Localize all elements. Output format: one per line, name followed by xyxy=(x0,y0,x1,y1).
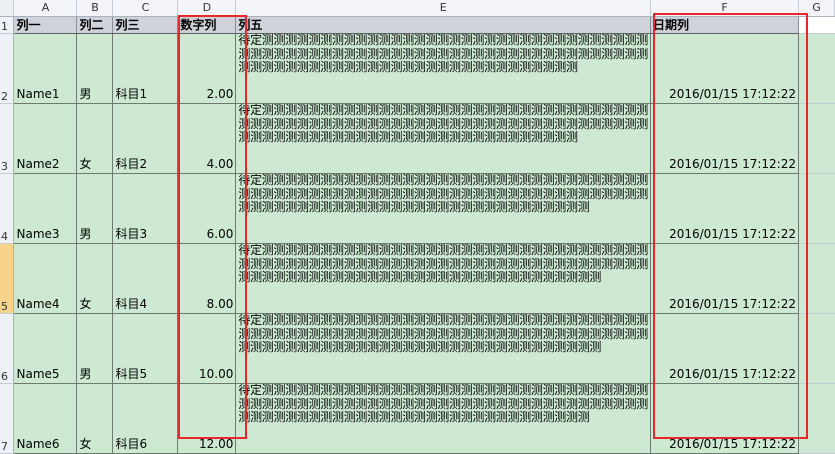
cell-long-text[interactable]: 待定测测测测测测测测测测测测测测测测测测测测测测测测测测测测测测测测测测测测测测… xyxy=(235,243,651,314)
cell-gender[interactable]: 女 xyxy=(76,103,114,174)
row-header[interactable]: 3 xyxy=(0,103,15,174)
cell-name[interactable]: Name6 xyxy=(13,383,78,454)
cell-subject[interactable]: 科目2 xyxy=(112,103,179,174)
header-cell-number[interactable]: 数字列 xyxy=(177,16,237,34)
row-header[interactable]: 7 xyxy=(0,383,15,454)
column-header-g[interactable]: G xyxy=(798,0,835,17)
column-header-b[interactable]: B xyxy=(76,0,114,17)
column-header-c[interactable]: C xyxy=(112,0,179,17)
table-row: 2 Name1 男科目1 2.00 待定测测测测测测测测测测测测测测测测测测测测测测测测… xyxy=(0,33,835,104)
column-header-a[interactable]: A xyxy=(13,0,78,17)
cell-gender[interactable]: 男 xyxy=(76,313,114,384)
cell-long-text[interactable]: 待定测测测测测测测测测测测测测测测测测测测测测测测测测测测测测测测测测测测测测测… xyxy=(235,33,651,104)
cell-date[interactable]: 2016/01/15 17:12:22 xyxy=(650,173,799,244)
header-cell-col3[interactable]: 列三 xyxy=(112,16,179,34)
cell-number[interactable]: 4.00 xyxy=(177,103,237,174)
cell-empty[interactable] xyxy=(798,173,835,244)
table-header-row: 1 列一 列二 列三 数字列 列五 日期列 xyxy=(0,16,835,34)
header-cell-col1[interactable]: 列一 xyxy=(13,16,78,34)
table-row: 3 Name2 女科目2 4.00 待定测测测测测测测测测测测测测测测测测测测测测测测测… xyxy=(0,103,835,174)
cell-long-text[interactable]: 待定测测测测测测测测测测测测测测测测测测测测测测测测测测测测测测测测测测测测测测… xyxy=(235,173,651,244)
select-all-corner[interactable] xyxy=(0,0,15,17)
cell-long-text[interactable]: 待定测测测测测测测测测测测测测测测测测测测测测测测测测测测测测测测测测测测测测测… xyxy=(235,313,651,384)
cell-date[interactable]: 2016/01/15 17:12:22 xyxy=(650,243,799,314)
cell-date[interactable]: 2016/01/15 17:12:22 xyxy=(650,313,799,384)
cell-gender[interactable]: 男 xyxy=(76,33,114,104)
column-header-e[interactable]: E xyxy=(235,0,651,17)
spreadsheet-grid: A B C D E F G 1 列一 列二 列三 数字列 列五 日期列 2 Nam… xyxy=(0,0,835,454)
table-row: 6 Name5 男科目5 10.00 待定测测测测测测测测测测测测测测测测测测测测测测测… xyxy=(0,313,835,384)
column-header-f[interactable]: F xyxy=(650,0,799,17)
header-cell-col2[interactable]: 列二 xyxy=(76,16,114,34)
row-header[interactable]: 6 xyxy=(0,313,15,384)
cell-long-text[interactable]: 待定测测测测测测测测测测测测测测测测测测测测测测测测测测测测测测测测测测测测测测… xyxy=(235,103,651,174)
cell-date[interactable]: 2016/01/15 17:12:22 xyxy=(650,33,799,104)
cell-name[interactable]: Name3 xyxy=(13,173,78,244)
cell-gender[interactable]: 女 xyxy=(76,243,114,314)
header-cell-date[interactable]: 日期列 xyxy=(650,16,799,34)
cell-gender[interactable]: 女 xyxy=(76,383,114,454)
cell-empty[interactable] xyxy=(798,243,835,314)
cell-name[interactable]: Name4 xyxy=(13,243,78,314)
cell-name[interactable]: Name1 xyxy=(13,33,78,104)
cell-subject[interactable]: 科目3 xyxy=(112,173,179,244)
table-row: 5 Name4 女科目4 8.00 待定测测测测测测测测测测测测测测测测测测测测测测测测… xyxy=(0,243,835,314)
table-row: 4 Name3 男科目3 6.00 待定测测测测测测测测测测测测测测测测测测测测测测测测… xyxy=(0,173,835,244)
cell-name[interactable]: Name2 xyxy=(13,103,78,174)
cell-number[interactable]: 10.00 xyxy=(177,313,237,384)
cell-gender[interactable]: 男 xyxy=(76,173,114,244)
column-header-row: A B C D E F G xyxy=(0,0,835,17)
cell-date[interactable]: 2016/01/15 17:12:22 xyxy=(650,103,799,174)
column-header-d[interactable]: D xyxy=(177,0,237,17)
cell-empty[interactable] xyxy=(798,103,835,174)
cell-empty[interactable] xyxy=(798,313,835,384)
cell-empty[interactable] xyxy=(798,33,835,104)
cell-subject[interactable]: 科目4 xyxy=(112,243,179,314)
row-header[interactable]: 4 xyxy=(0,173,15,244)
cell-number[interactable]: 6.00 xyxy=(177,173,237,244)
table-row: 7 Name6 女科目6 12.00 待定测测测测测测测测测测测测测测测测测测测测测测测… xyxy=(0,383,835,454)
cell-empty[interactable] xyxy=(798,383,835,454)
cell-subject[interactable]: 科目6 xyxy=(112,383,179,454)
row-header[interactable]: 1 xyxy=(0,16,15,34)
cell-long-text[interactable]: 待定测测测测测测测测测测测测测测测测测测测测测测测测测测测测测测测测测测测测测测… xyxy=(235,383,651,454)
row-header[interactable]: 5 xyxy=(0,243,15,314)
cell-name[interactable]: Name5 xyxy=(13,313,78,384)
header-cell-empty[interactable] xyxy=(798,16,835,34)
cell-number[interactable]: 8.00 xyxy=(177,243,237,314)
cell-number[interactable]: 2.00 xyxy=(177,33,237,104)
cell-number[interactable]: 12.00 xyxy=(177,383,237,454)
header-cell-col5[interactable]: 列五 xyxy=(235,16,651,34)
row-header[interactable]: 2 xyxy=(0,33,15,104)
cell-subject[interactable]: 科目1 xyxy=(112,33,179,104)
cell-subject[interactable]: 科目5 xyxy=(112,313,179,384)
cell-date[interactable]: 2016/01/15 17:12:22 xyxy=(650,383,799,454)
